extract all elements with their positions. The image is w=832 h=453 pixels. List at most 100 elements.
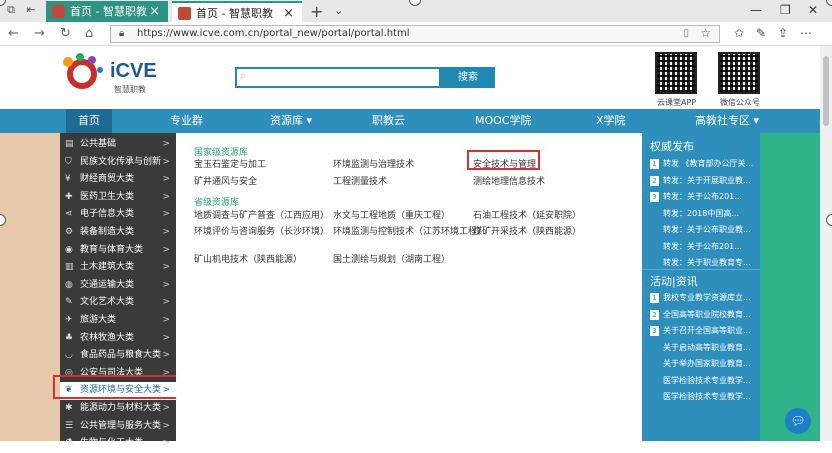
course-link[interactable]: 环境监测与控制技术（江苏环境工程） — [333, 224, 486, 237]
category-item[interactable]: ◉ 教育与体育大类 > — [60, 242, 176, 260]
browser-tab-1[interactable]: 首页 - 智慧职教 × — [46, 1, 168, 22]
info-item[interactable]: 3 关于召开全国高等职业... — [650, 324, 756, 338]
category-item[interactable]: ◡ 食品药品与粮食大类 > — [60, 347, 176, 365]
site-favicon-icon — [52, 5, 65, 18]
category-label: 交通运输大类 — [80, 279, 135, 290]
info-item-text: 关于举办国家职业教育... — [663, 359, 751, 368]
tab-list-chevron-icon[interactable]: ⌄ — [334, 4, 343, 17]
nav-vocational-cloud[interactable]: 职教云 — [372, 109, 405, 133]
nav-hep-zone[interactable]: 高教社专区 ▾ — [695, 109, 759, 133]
favorite-star-icon[interactable]: ☆ — [700, 25, 711, 41]
logo-subtitle: 智慧职教 — [114, 85, 146, 94]
course-link[interactable]: 矿井通风与安全 — [194, 174, 257, 187]
tab-actions-icon[interactable]: ⧉ — [4, 3, 18, 17]
forward-icon[interactable]: → — [34, 26, 45, 41]
minimize-icon[interactable]: — — [750, 3, 762, 17]
category-item[interactable]: ✎ 文化艺术大类 > — [60, 294, 176, 312]
favorites-icon[interactable]: ✩ — [734, 26, 744, 40]
main-nav: 首页 专业群 资源库 ▾ 职教云 MOOC学院 X学院 高教社专区 ▾ — [0, 109, 832, 133]
category-item[interactable]: ☰ 公共管理与服务大类 > — [60, 418, 176, 436]
info-item[interactable]: 2 全国高等职业院校教育... — [650, 308, 756, 322]
chevron-right-icon: > — [162, 174, 170, 185]
course-link[interactable]: 地质调查与矿产普查（江西应用） — [194, 208, 329, 221]
course-link[interactable]: 国土测绘与规划（湖南工程） — [333, 252, 450, 265]
logo-text[interactable]: iCVE — [110, 60, 157, 83]
browser-tab-2[interactable]: 首页 - 智慧职教 × — [172, 1, 302, 22]
tabs-aside-icon[interactable]: ⇤ — [24, 3, 38, 17]
search-button[interactable]: 搜索 — [441, 67, 495, 88]
chevron-right-icon: > — [162, 438, 170, 449]
category-label: 公共基础 — [80, 139, 117, 149]
info-item[interactable]: 医学检验技术专业教学... — [650, 390, 756, 404]
category-item[interactable]: ▥ 土木建筑大类 > — [60, 259, 176, 277]
search-input[interactable] — [235, 67, 441, 88]
info-item[interactable]: 关于举办国家职业教育... — [650, 357, 756, 371]
energy-icon: ✱ — [65, 403, 73, 413]
refresh-icon[interactable]: ↻ — [60, 26, 71, 41]
back-icon[interactable]: ← — [8, 26, 19, 41]
info-item[interactable]: 转发：关于公布职业教... — [650, 223, 756, 237]
category-item[interactable]: ✱ 能源动力与材料大类 > — [60, 400, 176, 418]
category-item[interactable]: ⚗ 生物与化工大类 > — [60, 435, 176, 453]
category-label: 财经商贸大类 — [80, 174, 135, 185]
category-label: 旅游大类 — [80, 315, 117, 325]
icve-logo-icon[interactable] — [60, 52, 106, 92]
page-scrollbar[interactable] — [820, 46, 832, 441]
category-item[interactable]: ⛉ 民族文化传承与创新 > — [60, 154, 176, 172]
info-item-text: 关于启动高等职业教育... — [663, 342, 751, 352]
info-item[interactable]: 2 转发：关于开展职业教... — [650, 174, 756, 188]
pen-icon[interactable]: ✎ — [756, 26, 766, 40]
info-item-text: 转发：2018中国高... — [663, 208, 739, 218]
info-item[interactable]: 转发：2018中国高... — [650, 207, 756, 221]
course-link[interactable]: 环境监测与治理技术 — [333, 157, 414, 170]
info-item[interactable]: 转发：关于公布201... — [650, 240, 756, 254]
new-tab-button[interactable]: + — [310, 2, 323, 21]
course-link[interactable]: 宝玉石鉴定与加工 — [194, 157, 266, 170]
category-item[interactable]: ¥ 财经商贸大类 > — [60, 171, 176, 189]
category-item[interactable]: ⚙ 装备制造大类 > — [60, 224, 176, 242]
category-item[interactable]: ⋖ 电子信息大类 > — [60, 206, 176, 224]
info-item[interactable]: 医学检验技术专业教学... — [650, 374, 756, 388]
window-close-icon[interactable]: ✕ — [808, 3, 818, 17]
tab-close-icon[interactable]: × — [283, 3, 294, 24]
tab-title: 首页 - 智慧职教 — [196, 7, 273, 20]
nav-home[interactable]: 首页 — [66, 109, 112, 133]
info-item[interactable]: 1 我校专业教学资源库立... — [650, 291, 756, 305]
category-item[interactable]: ▤ 公共基础 > — [60, 136, 176, 154]
info-item[interactable]: 1 转发 《教育部办公厅关... — [650, 157, 756, 171]
course-link[interactable]: 煤矿开采技术（陕西能源） — [473, 224, 581, 237]
nav-major-groups[interactable]: 专业群 — [170, 109, 203, 133]
shield-icon: ⛉ — [65, 156, 72, 167]
restore-icon[interactable]: ❐ — [780, 3, 791, 17]
home-icon[interactable]: ⌂ — [85, 26, 93, 41]
course-link[interactable]: 测绘地理信息技术 — [473, 174, 545, 187]
reading-view-icon[interactable]: ▯ — [683, 26, 689, 42]
course-link[interactable]: 工程测量技术 — [333, 174, 387, 187]
category-label: 生物与化工大类 — [80, 438, 144, 449]
nav-mooc[interactable]: MOOC学院 — [475, 109, 532, 133]
nav-x-college[interactable]: X学院 — [596, 109, 626, 133]
course-link[interactable]: 环境评价与咨询服务（长沙环境） — [194, 224, 329, 237]
course-link[interactable]: 矿山机电技术（陕西能源） — [194, 252, 302, 265]
course-link[interactable]: 水文与工程地质（重庆工程） — [333, 208, 450, 221]
nav-resource-library[interactable]: 资源库 ▾ — [270, 109, 312, 133]
info-item-text: 关于召开全国高等职业... — [663, 326, 751, 335]
scrollbar-thumb[interactable] — [823, 56, 829, 126]
chevron-right-icon: > — [162, 315, 170, 325]
url-field[interactable]: 🔒︎ https://www.icve.com.cn/portal_new/po… — [110, 25, 720, 43]
tab-close-icon[interactable]: × — [149, 1, 160, 22]
provincial-section-title: 省级资源库 — [194, 198, 240, 208]
info-item[interactable]: 关于启动高等职业教育... — [650, 341, 756, 355]
info-item[interactable]: 转发：关于职业教育专... — [650, 256, 756, 270]
list-icon: ☰ — [65, 420, 74, 431]
info-item[interactable]: 3 转发：关于公布201... — [650, 190, 756, 204]
category-item[interactable]: ✈ 旅游大类 > — [60, 312, 176, 330]
chevron-right-icon: > — [162, 156, 170, 167]
course-link[interactable]: 石油工程技术（延安职院） — [473, 208, 581, 221]
share-icon[interactable]: ⇪ — [778, 26, 788, 40]
category-item[interactable]: ◍ 交通运输大类 > — [60, 277, 176, 295]
more-icon[interactable]: ⋯ — [800, 26, 812, 40]
chat-icon[interactable]: 💬︎ — [785, 408, 811, 434]
category-item[interactable]: ✚ 医药卫生大类 > — [60, 189, 176, 207]
category-item[interactable]: ♣ 农林牧渔大类 > — [60, 330, 176, 348]
